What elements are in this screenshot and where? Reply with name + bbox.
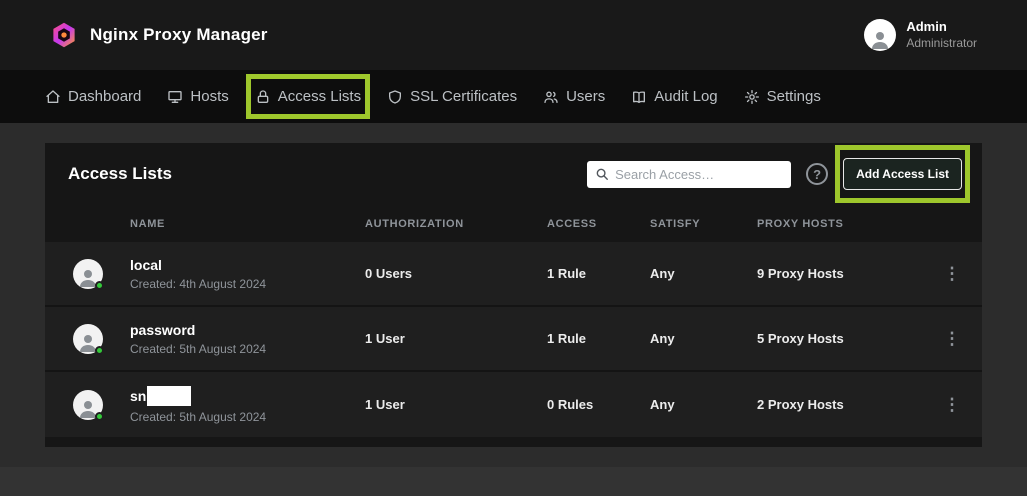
ssl-shield-icon [387,89,403,105]
proxy-hosts-cell: 9 Proxy Hosts [757,266,922,281]
gear-icon [744,89,760,105]
search-input[interactable] [615,167,783,182]
kebab-icon: ⋮ [944,395,961,414]
panel-header: Access Lists ? Add Access List [45,143,982,205]
nav-audit-log-label: Audit Log [654,88,717,105]
nav-users-label: Users [566,88,605,105]
access-cell: 0 Rules [547,397,650,412]
nav-audit-log[interactable]: Audit Log [631,88,717,105]
add-access-list-button[interactable]: Add Access List [843,158,962,190]
proxy-hosts-cell: 5 Proxy Hosts [757,331,922,346]
satisfy-cell: Any [650,266,757,281]
search-icon [595,167,609,181]
user-avatar [864,19,896,51]
nav-hosts[interactable]: Hosts [167,88,228,105]
row-menu-button[interactable]: ⋮ [936,392,969,417]
table-row[interactable]: password Created: 5th August 2024 1 User… [45,307,982,372]
help-button[interactable]: ? [806,163,828,185]
page-footer [0,467,1027,496]
created-date: Created: 5th August 2024 [130,342,365,356]
access-list-name: local [130,257,162,273]
hosts-icon [167,89,183,105]
top-bar: Nginx Proxy Manager Admin Administrator [0,0,1027,70]
status-dot [95,346,104,355]
users-icon [543,89,559,105]
authorization-cell: 1 User [365,397,547,412]
nav-dashboard-label: Dashboard [68,88,141,105]
authorization-cell: 0 Users [365,266,547,281]
table-row[interactable]: sn Created: 5th August 2024 1 User 0 Rul… [45,372,982,437]
nav-settings-label: Settings [767,88,821,105]
nav-users[interactable]: Users [543,88,605,105]
panel-actions: ? Add Access List [587,158,962,190]
column-satisfy: SATISFY [650,218,757,230]
access-cell: 1 Rule [547,331,650,346]
kebab-icon: ⋮ [944,329,961,348]
kebab-icon: ⋮ [944,264,961,283]
nav-hosts-label: Hosts [190,88,228,105]
audit-log-icon [631,89,647,105]
user-name: Admin [906,19,977,35]
row-menu-button[interactable]: ⋮ [936,261,969,286]
row-avatar [73,324,103,354]
main-nav: Dashboard Hosts Access Lists SSL Certifi… [0,70,1027,123]
nav-access-lists-label: Access Lists [278,88,361,105]
nav-settings[interactable]: Settings [744,88,821,105]
nav-dashboard[interactable]: Dashboard [45,88,141,105]
table-row[interactable]: local Created: 4th August 2024 0 Users 1… [45,242,982,307]
access-list-name: sn [130,388,146,404]
help-icon: ? [813,167,821,182]
status-dot [95,412,104,421]
brand: Nginx Proxy Manager [50,21,268,49]
authorization-cell: 1 User [365,331,547,346]
created-date: Created: 4th August 2024 [130,277,365,291]
search-box [587,161,791,188]
lock-icon [255,89,271,105]
access-list-name: password [130,322,195,338]
satisfy-cell: Any [650,397,757,412]
access-cell: 1 Rule [547,266,650,281]
proxy-hosts-cell: 2 Proxy Hosts [757,397,922,412]
satisfy-cell: Any [650,331,757,346]
app-logo-icon [50,21,78,49]
column-name: NAME [130,218,365,230]
app-title: Nginx Proxy Manager [90,25,268,45]
nav-access-lists[interactable]: Access Lists [255,88,361,105]
table-header: NAME AUTHORIZATION ACCESS SATISFY PROXY … [45,205,982,242]
user-role: Administrator [906,36,977,51]
access-lists-panel: Access Lists ? Add Access List [45,143,982,447]
page: Nginx Proxy Manager Admin Administrator … [0,0,1027,496]
user-menu[interactable]: Admin Administrator [864,19,977,51]
row-avatar [73,259,103,289]
add-button-wrap: Add Access List [843,158,962,190]
nav-ssl-certificates-label: SSL Certificates [410,88,517,105]
content-area: Access Lists ? Add Access List [0,123,1027,467]
nav-ssl-certificates[interactable]: SSL Certificates [387,88,517,105]
row-avatar [73,390,103,420]
status-dot [95,281,104,290]
redaction-box [147,386,191,406]
row-menu-button[interactable]: ⋮ [936,326,969,351]
created-date: Created: 5th August 2024 [130,410,365,424]
column-authorization: AUTHORIZATION [365,218,547,230]
column-access: ACCESS [547,218,650,230]
dashboard-icon [45,89,61,105]
panel-title: Access Lists [68,164,172,184]
user-info: Admin Administrator [906,19,977,50]
column-proxy-hosts: PROXY HOSTS [757,218,922,230]
